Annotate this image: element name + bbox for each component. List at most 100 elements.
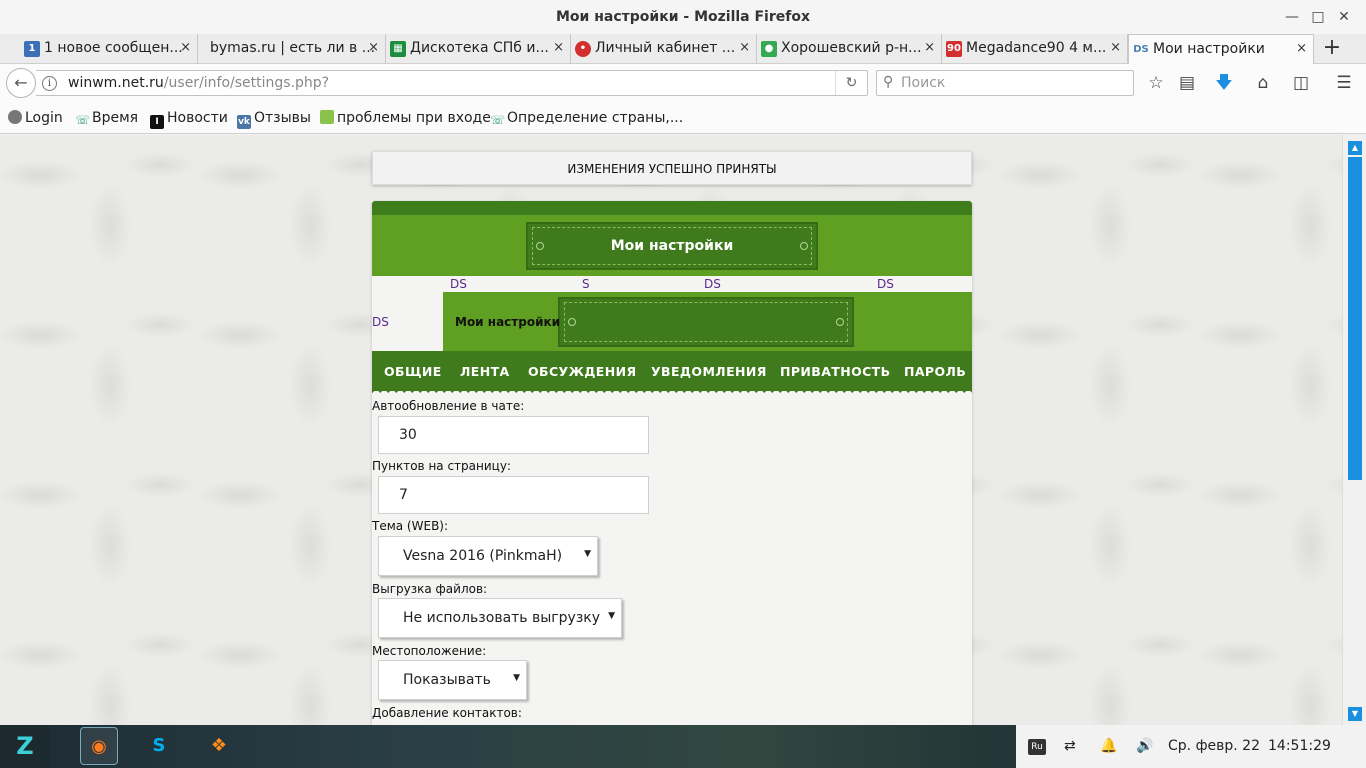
search-bar[interactable]: ⚲: [876, 70, 1134, 96]
back-arrow-icon[interactable]: ←: [6, 68, 36, 98]
bookmark-login[interactable]: Login: [8, 110, 63, 126]
new-tab-button[interactable]: +: [1318, 34, 1346, 64]
per-page-label: Пунктов на страницу:: [372, 459, 511, 473]
tab-close-icon[interactable]: ×: [1110, 34, 1121, 62]
menu-privacy[interactable]: ПРИВАТНОСТЬ: [780, 364, 891, 379]
tab-close-icon[interactable]: ×: [368, 34, 379, 62]
clock-display[interactable]: 14:51:29: [1268, 738, 1331, 754]
url-host: winwm.net.ru: [68, 75, 164, 91]
tab-close-icon[interactable]: ×: [180, 34, 191, 62]
bookmark-country[interactable]: ☏ Определение страны,...: [490, 110, 683, 127]
navigation-bar: ← i winwm.net.ru/user/info/settings.php?…: [0, 64, 1366, 102]
theme-select[interactable]: Vesna 2016 (PinkmaH) ▼: [378, 536, 598, 576]
dropdown-arrow-icon: ▼: [513, 673, 520, 683]
theme-label: Тема (WEB):: [372, 519, 449, 533]
tab-3[interactable]: ▦ Дискотека СПб и... ×: [386, 34, 571, 64]
location-select-value: Показывать: [403, 672, 491, 688]
reading-list-icon[interactable]: ▤: [1175, 72, 1199, 96]
tab-active-settings[interactable]: DS Мои настройки ×: [1128, 34, 1314, 65]
ds-link[interactable]: DS: [877, 277, 894, 291]
tab-close-icon[interactable]: ×: [1296, 35, 1307, 63]
page-content: ИЗМЕНЕНИЯ УСПЕШНО ПРИНЯТЫ Мои настройки …: [0, 135, 1342, 725]
tab-label: Личный кабинет ...: [595, 40, 736, 56]
tab-close-icon[interactable]: ×: [553, 34, 564, 62]
pocket-icon[interactable]: ◫: [1289, 72, 1313, 96]
close-icon[interactable]: ✕: [1333, 6, 1355, 28]
bookmark-label: Новости: [167, 110, 228, 126]
tab-4[interactable]: • Личный кабинет ... ×: [571, 34, 757, 64]
maximize-icon[interactable]: □: [1307, 6, 1329, 28]
tab-label: Дискотека СПб и...: [410, 40, 549, 56]
scroll-up-arrow-icon[interactable]: ▲: [1348, 141, 1362, 155]
menu-feed[interactable]: ЛЕНТА: [460, 364, 510, 379]
scrollbar-thumb[interactable]: [1348, 157, 1362, 480]
dropdown-arrow-icon: ▼: [608, 611, 615, 621]
app-launcher-icon[interactable]: ❖: [200, 727, 238, 765]
bookmark-label: Login: [25, 110, 63, 126]
tab-6[interactable]: 90 Megadance90 4 м... ×: [942, 34, 1128, 64]
upload-select[interactable]: Не использовать выгрузку ▼: [378, 598, 622, 638]
page-scrollbar[interactable]: ▲ ▼: [1342, 135, 1366, 725]
scroll-down-arrow-icon[interactable]: ▼: [1348, 707, 1362, 721]
notification-bell-icon[interactable]: 🔔: [1100, 738, 1117, 754]
network-icon[interactable]: ⇄: [1064, 738, 1076, 754]
bookmark-news[interactable]: I Новости: [150, 110, 228, 129]
ds-link[interactable]: DS: [450, 277, 467, 291]
ds-link[interactable]: S: [582, 277, 590, 291]
info-icon[interactable]: i: [42, 76, 57, 91]
tab-1[interactable]: 1 1 новое сообщен... ×: [20, 34, 198, 64]
menu-notifications[interactable]: УВЕДОМЛЕНИЯ: [651, 364, 767, 379]
minimize-icon[interactable]: —: [1281, 6, 1303, 28]
menu-hamburger-icon[interactable]: ☰: [1332, 72, 1356, 96]
menu-password[interactable]: ПАРОЛЬ: [904, 364, 966, 379]
tab-2[interactable]: bymas.ru | есть ли в ... ×: [198, 34, 386, 64]
system-tray: Ru ⇄ 🔔 🔊 Ср. февр. 22 14:51:29: [1016, 725, 1366, 768]
per-page-input[interactable]: [378, 476, 649, 514]
ribbon-rivet: [536, 242, 544, 250]
start-menu-icon[interactable]: Z: [0, 725, 50, 768]
reload-icon[interactable]: ↻: [835, 71, 867, 95]
globe-icon: [8, 110, 22, 124]
taskbar: Z ◉ S ❖ Ru ⇄ 🔔 🔊 Ср. февр. 22 14:51:29: [0, 725, 1366, 768]
maps-icon: ●: [761, 41, 777, 57]
location-select[interactable]: Показывать ▼: [378, 660, 527, 700]
success-notice: ИЗМЕНЕНИЯ УСПЕШНО ПРИНЯТЫ: [372, 151, 972, 185]
bookmark-label: Определение страны,...: [507, 110, 684, 126]
bookmark-star-icon[interactable]: ☆: [1144, 72, 1168, 96]
header-ribbon: Мои настройки: [526, 222, 818, 270]
skype-icon[interactable]: S: [140, 727, 178, 765]
megadance-icon: 90: [946, 41, 962, 57]
date-display[interactable]: Ср. февр. 22: [1168, 738, 1260, 754]
volume-icon[interactable]: 🔊: [1136, 738, 1153, 754]
url-bar[interactable]: i winwm.net.ru/user/info/settings.php? ↻: [36, 70, 868, 96]
firefox-icon[interactable]: ◉: [80, 727, 118, 765]
download-icon[interactable]: 🡇: [1212, 72, 1236, 96]
tab-close-icon[interactable]: ×: [739, 34, 750, 62]
sub-header-ribbon: [558, 297, 854, 347]
ds-link[interactable]: DS: [372, 315, 389, 329]
bookmark-login-problems[interactable]: проблемы при входе: [320, 110, 491, 126]
tab-label: Мои настройки: [1153, 41, 1265, 57]
tab-close-icon[interactable]: ×: [924, 34, 935, 62]
autoupdate-input[interactable]: [378, 416, 649, 454]
ribbon-rivet: [836, 318, 844, 326]
vk-icon: vk: [237, 115, 251, 129]
menu-general[interactable]: ОБЩИЕ: [384, 364, 442, 379]
ribbon-stitching: [532, 227, 812, 265]
theme-select-value: Vesna 2016 (PinkmaH): [403, 548, 563, 564]
window-titlebar: Мои настройки - Mozilla Firefox — □ ✕: [0, 0, 1366, 34]
ribbon-rivet: [568, 318, 576, 326]
bookmark-reviews[interactable]: vk Отзывы: [237, 110, 311, 129]
bookmark-time[interactable]: ☏ Время: [75, 110, 138, 127]
menu-discussions[interactable]: ОБСУЖДЕНИЯ: [528, 364, 637, 379]
url-path: /user/info/settings.php?: [163, 75, 330, 91]
keyboard-layout-icon[interactable]: Ru: [1028, 739, 1046, 755]
tab-5[interactable]: ● Хорошевский р-н... ×: [757, 34, 942, 64]
home-icon[interactable]: ⌂: [1251, 72, 1275, 96]
settings-page: Мои настройки DS S DS DS DS Мои настройк…: [372, 201, 972, 725]
search-input[interactable]: [901, 74, 1121, 92]
ds-link[interactable]: DS: [704, 277, 721, 291]
upload-label: Выгрузка файлов:: [372, 582, 488, 596]
contacts-label: Добавление контактов:: [372, 706, 522, 720]
url-text[interactable]: winwm.net.ru/user/info/settings.php?: [68, 75, 329, 91]
